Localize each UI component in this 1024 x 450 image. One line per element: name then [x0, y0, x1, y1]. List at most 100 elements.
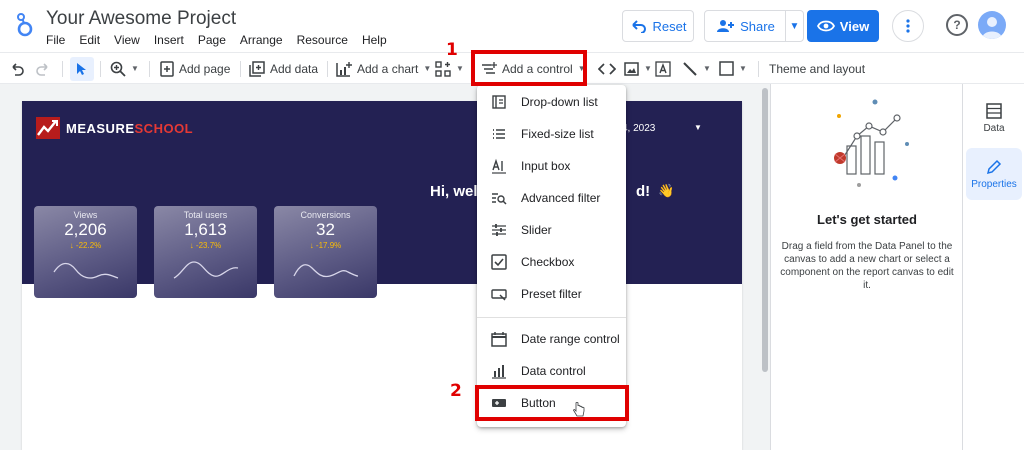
account-avatar[interactable]	[978, 11, 1006, 39]
view-button[interactable]: View	[807, 10, 879, 42]
components-icon	[435, 60, 451, 77]
menu-help[interactable]: Help	[362, 33, 387, 47]
image-button[interactable]: ▼	[624, 53, 652, 84]
rail-data-tab[interactable]: Data	[966, 92, 1022, 144]
add-page-icon	[160, 60, 174, 77]
highlight-box-button	[475, 385, 629, 421]
menu-item-label: Advanced filter	[521, 191, 601, 205]
toolbar-divider	[62, 61, 63, 77]
calendar-icon	[491, 332, 507, 347]
highlight-box-add-control	[471, 50, 587, 86]
add-chart-button[interactable]: Add a chart ▼	[336, 53, 431, 84]
menu-resource[interactable]: Resource	[297, 33, 348, 47]
pencil-icon	[986, 159, 1002, 174]
brand-main: MEASURE	[66, 120, 135, 136]
toolbar-divider	[149, 61, 150, 77]
select-tool[interactable]	[75, 53, 87, 84]
embed-code-button[interactable]	[598, 53, 616, 84]
kpi-value: 2,206	[64, 220, 107, 239]
data-control-icon	[492, 365, 506, 379]
zoom-button[interactable]: ▼	[110, 53, 139, 84]
slider-icon	[492, 224, 506, 236]
sparkline	[173, 261, 239, 279]
line-button[interactable]: ▼	[682, 53, 711, 84]
side-rail: Data Properties	[962, 84, 1024, 450]
menu-item-slider[interactable]: Slider	[477, 215, 626, 245]
get-started-illustration	[834, 99, 909, 187]
share-label: Share	[740, 18, 775, 34]
report-title[interactable]: Your Awesome Project	[46, 8, 236, 30]
view-label: View	[839, 18, 870, 34]
chevron-down-icon: ▼	[456, 64, 464, 73]
preset-filter-icon	[491, 289, 507, 301]
more-options-button[interactable]	[892, 10, 924, 42]
chevron-down-icon: ▼	[789, 20, 800, 32]
reset-label: Reset	[652, 18, 687, 34]
rail-properties-tab[interactable]: Properties	[966, 148, 1022, 200]
data-table-icon	[986, 102, 1002, 119]
share-button[interactable]: Share	[704, 10, 786, 42]
menu-item-input-box[interactable]: Input box	[477, 151, 626, 181]
menu-item-advanced-filter[interactable]: Advanced filter	[477, 183, 626, 213]
redo-button[interactable]	[35, 53, 51, 84]
kpi-change: ↓ -23.7%	[189, 241, 222, 250]
menu-item-label: Preset filter	[521, 287, 582, 301]
menu-item-fixed-size-list[interactable]: Fixed-size list	[477, 119, 626, 149]
report-page[interactable]: MEASURESCHOOL 4, 2023 ▼ Hi, welc d! 👋 Vi…	[22, 101, 742, 450]
looker-studio-logo-icon[interactable]	[14, 12, 36, 38]
greeting-text-end: d!	[636, 183, 651, 200]
menu-edit[interactable]: Edit	[79, 33, 100, 47]
help-icon[interactable]: ?	[946, 14, 968, 36]
kpi-card-views[interactable]: Views 2,206 ↓ -22.2%	[34, 206, 137, 298]
kpi-label: Views	[73, 210, 98, 220]
kpi-change: ↓ -22.2%	[69, 241, 102, 250]
waving-hand-icon: 👋	[658, 183, 675, 198]
step-number-1: 1	[446, 40, 458, 60]
add-page-button[interactable]: Add page	[160, 53, 230, 84]
menu-page[interactable]: Page	[198, 33, 226, 47]
menu-item-checkbox[interactable]: Checkbox	[477, 247, 626, 277]
menu-view[interactable]: View	[114, 33, 140, 47]
menu-insert[interactable]: Insert	[154, 33, 184, 47]
text-box-button[interactable]	[655, 53, 671, 84]
reset-button[interactable]: Reset	[622, 10, 694, 42]
date-range-text[interactable]: 4, 2023	[622, 123, 655, 134]
undo-button[interactable]	[9, 53, 25, 84]
menu-divider	[477, 317, 626, 318]
eye-icon	[816, 20, 835, 32]
theme-label: Theme and layout	[769, 61, 866, 76]
menu-bar: File Edit View Insert Page Arrange Resou…	[46, 33, 401, 47]
checkbox-icon	[491, 254, 507, 270]
menu-item-label: Drop-down list	[521, 95, 598, 109]
toolbar-divider	[758, 61, 759, 77]
measureschool-logo: MEASURESCHOOL	[36, 117, 193, 139]
menu-file[interactable]: File	[46, 33, 65, 47]
add-data-button[interactable]: Add data	[249, 53, 318, 84]
toolbar-divider	[327, 61, 328, 77]
menu-item-date-range-control[interactable]: Date range control	[477, 324, 626, 354]
text-box-icon	[655, 60, 671, 77]
more-vert-icon	[906, 19, 910, 33]
scrollbar-thumb[interactable]	[762, 88, 768, 372]
list-icon	[493, 129, 505, 139]
brand-accent: SCHOOL	[134, 120, 194, 136]
rectangle-icon	[719, 61, 734, 76]
chevron-down-icon[interactable]: ▼	[694, 123, 702, 132]
menu-item-preset-filter[interactable]: Preset filter	[477, 279, 626, 309]
add-data-label: Add data	[270, 61, 319, 76]
kpi-label: Total users	[183, 210, 228, 220]
theme-and-layout-button[interactable]: Theme and layout	[769, 53, 865, 84]
sparkline	[53, 262, 119, 279]
kpi-card-conversions[interactable]: Conversions 32 ↓ -17.9%	[274, 206, 377, 298]
add-control-menu: Drop-down list Fixed-size list Input box…	[477, 85, 626, 427]
menu-item-data-control[interactable]: Data control	[477, 356, 626, 386]
share-options-button[interactable]: ▼	[785, 10, 804, 42]
menu-item-label: Checkbox	[521, 255, 575, 269]
kpi-card-total-users[interactable]: Total users 1,613 ↓ -23.7%	[154, 206, 257, 298]
menu-item-drop-down-list[interactable]: Drop-down list	[477, 87, 626, 117]
toolbar-divider	[100, 61, 101, 77]
shape-button[interactable]: ▼	[719, 53, 747, 84]
step-number-2: 2	[450, 381, 462, 401]
menu-arrange[interactable]: Arrange	[240, 33, 283, 47]
canvas-scrollbar[interactable]	[760, 84, 770, 450]
